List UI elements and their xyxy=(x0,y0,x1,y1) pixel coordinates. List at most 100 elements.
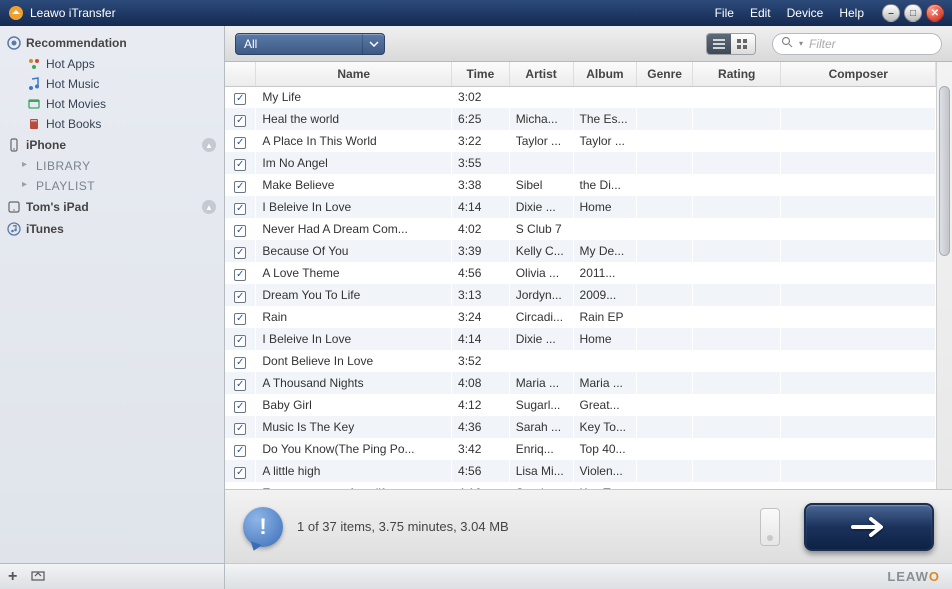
search-field[interactable]: ▾ xyxy=(772,33,942,55)
minimize-button[interactable]: – xyxy=(882,4,900,22)
cell-genre xyxy=(637,482,693,489)
cell-album: My De... xyxy=(573,240,637,262)
sidebar-item-label: Hot Music xyxy=(46,77,99,91)
cell-time: 6:25 xyxy=(452,108,510,130)
menu-file[interactable]: File xyxy=(707,6,742,20)
app-title: Leawo iTransfer xyxy=(30,6,116,20)
table-row[interactable]: ✓Im No Angel3:55 xyxy=(225,152,936,174)
cell-name: A Place In This World xyxy=(256,130,452,152)
col-name[interactable]: Name xyxy=(256,62,452,86)
sidebar-group-recommendation[interactable]: Recommendation xyxy=(0,32,224,54)
cell-composer xyxy=(781,284,936,306)
table-row[interactable]: ✓A little high4:56Lisa Mi...Violen... xyxy=(225,460,936,482)
row-checkbox[interactable]: ✓ xyxy=(234,115,246,127)
table-row[interactable]: ✓I Beleive In Love4:14Dixie ...Home xyxy=(225,328,936,350)
add-button[interactable]: + xyxy=(8,568,17,586)
table-row[interactable]: ✓A Love Theme4:56Olivia ...2011... xyxy=(225,262,936,284)
cell-genre xyxy=(637,438,693,460)
table-row[interactable]: ✓A Place In This World3:22Taylor ...Tayl… xyxy=(225,130,936,152)
sidebar-item[interactable]: Hot Books xyxy=(0,114,224,134)
sidebar-item[interactable]: Hot Apps xyxy=(0,54,224,74)
filter-dropdown[interactable]: All xyxy=(235,33,385,55)
row-checkbox[interactable]: ✓ xyxy=(234,291,246,303)
vertical-scrollbar[interactable] xyxy=(936,62,952,489)
table-row[interactable]: ✓Heal the world6:25Micha...The Es... xyxy=(225,108,936,130)
menu-edit[interactable]: Edit xyxy=(742,6,779,20)
cell-artist: Maria ... xyxy=(509,372,573,394)
transfer-button[interactable] xyxy=(804,503,934,551)
cell-rating xyxy=(692,438,781,460)
grid-view-button[interactable] xyxy=(731,34,755,54)
row-checkbox[interactable]: ✓ xyxy=(234,181,246,193)
cell-rating xyxy=(692,196,781,218)
sidebar-device[interactable]: iTunes xyxy=(0,218,224,240)
cell-name: Dont Believe In Love xyxy=(256,350,452,372)
row-checkbox[interactable]: ✓ xyxy=(234,93,246,105)
table-row[interactable]: ✓Music Is The Key4:36Sarah ...Key To... xyxy=(225,416,936,438)
cell-artist: Lisa Mi... xyxy=(509,460,573,482)
search-input[interactable] xyxy=(809,37,933,51)
col-composer[interactable]: Composer xyxy=(781,62,936,86)
cell-time: 4:12 xyxy=(452,394,510,416)
table-row[interactable]: ✓Dont Believe In Love3:52 xyxy=(225,350,936,372)
row-checkbox[interactable]: ✓ xyxy=(234,467,246,479)
expand-button[interactable] xyxy=(31,569,45,584)
row-checkbox[interactable]: ✓ xyxy=(234,159,246,171)
cell-album: 2009... xyxy=(573,284,637,306)
eject-icon[interactable]: ▲ xyxy=(202,200,216,214)
cell-album: Home xyxy=(573,196,637,218)
menu-bar: File Edit Device Help xyxy=(707,6,872,20)
bottom-bar: LEAWO xyxy=(225,563,952,589)
maximize-button[interactable]: □ xyxy=(904,4,922,22)
row-checkbox[interactable]: ✓ xyxy=(234,269,246,281)
col-album[interactable]: Album xyxy=(573,62,637,86)
row-checkbox[interactable]: ✓ xyxy=(234,137,246,149)
search-dropdown-icon[interactable]: ▾ xyxy=(799,39,803,48)
table-row[interactable]: ✓Rain3:24Circadi...Rain EP xyxy=(225,306,936,328)
table-row[interactable]: ✓Baby Girl4:12Sugarl...Great... xyxy=(225,394,936,416)
sidebar-device-label: Tom's iPad xyxy=(26,200,89,214)
col-rating[interactable]: Rating xyxy=(692,62,781,86)
cell-composer xyxy=(781,174,936,196)
sidebar-subitem[interactable]: PLAYLIST xyxy=(0,176,224,196)
table-row[interactable]: ✓Do You Know(The Ping Po...3:42 Enriq...… xyxy=(225,438,936,460)
sidebar-subitem[interactable]: LIBRARY xyxy=(0,156,224,176)
sidebar-device-label: iTunes xyxy=(26,222,64,236)
menu-help[interactable]: Help xyxy=(831,6,872,20)
sidebar-device[interactable]: iPhone▲ xyxy=(0,134,224,156)
col-artist[interactable]: Artist xyxy=(509,62,573,86)
table-row[interactable]: ✓Dream You To Life3:13Jordyn...2009... xyxy=(225,284,936,306)
row-checkbox[interactable]: ✓ xyxy=(234,313,246,325)
table-row[interactable]: ✓Every moment of my life4:16Sarah ...Key… xyxy=(225,482,936,489)
row-checkbox[interactable]: ✓ xyxy=(234,225,246,237)
cell-rating xyxy=(692,328,781,350)
row-checkbox[interactable]: ✓ xyxy=(234,203,246,215)
table-row[interactable]: ✓A Thousand Nights4:08Maria ...Maria ... xyxy=(225,372,936,394)
table-row[interactable]: ✓Because Of You3:39Kelly C...My De... xyxy=(225,240,936,262)
menu-device[interactable]: Device xyxy=(779,6,832,20)
sidebar-item[interactable]: Hot Music xyxy=(0,74,224,94)
table-row[interactable]: ✓I Beleive In Love4:14Dixie ...Home xyxy=(225,196,936,218)
row-checkbox[interactable]: ✓ xyxy=(234,247,246,259)
col-check[interactable] xyxy=(225,62,256,86)
row-checkbox[interactable]: ✓ xyxy=(234,401,246,413)
table-row[interactable]: ✓My Life3:02 xyxy=(225,86,936,108)
eject-icon[interactable]: ▲ xyxy=(202,138,216,152)
table-row[interactable]: ✓ Never Had A Dream Com...4:02S Club 7 xyxy=(225,218,936,240)
row-checkbox[interactable]: ✓ xyxy=(234,357,246,369)
row-checkbox[interactable]: ✓ xyxy=(234,379,246,391)
row-checkbox[interactable]: ✓ xyxy=(234,445,246,457)
cell-rating xyxy=(692,372,781,394)
col-genre[interactable]: Genre xyxy=(637,62,693,86)
close-button[interactable]: ✕ xyxy=(926,4,944,22)
scrollbar-thumb[interactable] xyxy=(939,86,950,256)
cell-artist: Dixie ... xyxy=(509,328,573,350)
sidebar-item[interactable]: Hot Movies xyxy=(0,94,224,114)
row-checkbox[interactable]: ✓ xyxy=(234,335,246,347)
table-row[interactable]: ✓Make Believe3:38Sibelthe Di... xyxy=(225,174,936,196)
col-time[interactable]: Time xyxy=(452,62,510,86)
row-checkbox[interactable]: ✓ xyxy=(234,423,246,435)
list-view-button[interactable] xyxy=(707,34,731,54)
sidebar-device[interactable]: Tom's iPad ▲ xyxy=(0,196,224,218)
cell-rating xyxy=(692,130,781,152)
